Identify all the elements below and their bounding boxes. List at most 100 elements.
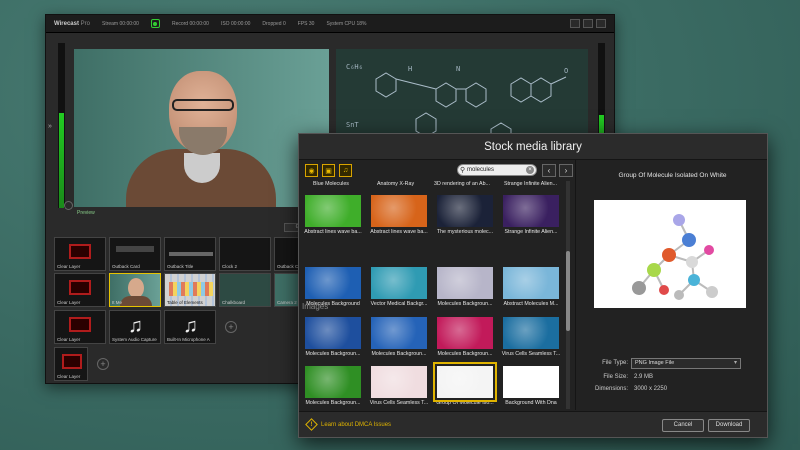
media-thumbnail: [305, 366, 361, 398]
shot-clear-layer[interactable]: Clear Layer: [54, 347, 88, 381]
media-item[interactable]: Vector Medical Backgr...: [368, 267, 430, 307]
layout-toggle-1[interactable]: [570, 19, 580, 28]
svg-text:H: H: [408, 65, 412, 73]
media-item[interactable]: Abstract lines wave ba...: [368, 195, 430, 235]
media-caption: Strange Infinite Alien...: [504, 181, 558, 187]
media-item[interactable]: Molecules Backgroun...: [434, 267, 496, 307]
media-item[interactable]: Molecules Backgroun...: [368, 317, 430, 357]
media-item[interactable]: Virus Cells Seamless T...: [500, 317, 562, 357]
shot-table-of-elements[interactable]: Table of Elements: [164, 273, 216, 307]
media-thumbnail: [503, 317, 559, 349]
media-item[interactable]: Virus Cells Seamless T...: [368, 366, 430, 406]
shot-it-me[interactable]: It Me: [109, 273, 161, 307]
shot-outback-card[interactable]: Outback Card: [109, 237, 161, 271]
scrollbar-thumb[interactable]: [566, 251, 570, 331]
shot-chalkboard[interactable]: Chalkboard: [219, 273, 271, 307]
clear-layer-icon: [69, 280, 91, 295]
prev-page-button[interactable]: ‹: [542, 164, 556, 177]
media-item[interactable]: Background With Dna: [500, 366, 562, 406]
layer-row-3: Clear Layer ♫ System Audio Capture ♫ Built…: [54, 310, 237, 344]
media-item[interactable]: Abstract Molecules M...: [500, 267, 562, 307]
dialog-footer: ! Learn about DMCA Issues Cancel Downloa…: [299, 411, 767, 437]
shot-outback-title[interactable]: Outback Title: [164, 237, 216, 271]
add-shot-button[interactable]: +: [97, 358, 109, 370]
detail-preview-image: [594, 200, 746, 308]
record-status: Record 00:00:00: [171, 20, 209, 27]
audio-filter-icon[interactable]: ♫: [339, 164, 352, 177]
detail-title: Group Of Molecule Isolated On White: [618, 172, 727, 179]
layout-toggle-3[interactable]: [596, 19, 606, 28]
media-thumbnail: [437, 267, 493, 299]
file-size-label: File Size:: [603, 374, 628, 380]
media-thumbnail: [503, 195, 559, 227]
detail-panel: Group Of Molecule Isolated On White File…: [575, 160, 769, 410]
media-toolbar: ◉ ▣ ♫ ⚲ molecules × ‹ ›: [305, 164, 573, 180]
cpu-status: System CPU 18%: [326, 20, 367, 27]
file-type-select[interactable]: PNG Image File ▾: [631, 358, 741, 369]
preview-monitor: [74, 49, 329, 207]
media-thumbnail: [437, 317, 493, 349]
media-item[interactable]: Molecules Background: [302, 267, 364, 307]
media-thumbnail: [305, 195, 361, 227]
chevron-down-icon: ▾: [733, 360, 737, 366]
svg-text:C₆H₆: C₆H₆: [346, 63, 363, 71]
layer-row-4: Clear Layer +: [54, 347, 109, 381]
dimensions-label: Dimensions:: [594, 386, 628, 392]
shot-built-in-microphone[interactable]: ♫ Built-In Microphone A: [164, 310, 216, 344]
media-item[interactable]: Abstract lines wave ba...: [302, 195, 364, 235]
dropped-status: Dropped 0: [262, 20, 286, 27]
video-filter-icon[interactable]: ◉: [305, 164, 318, 177]
media-thumbnail: [371, 366, 427, 398]
media-item[interactable]: Molecules Backgroun...: [434, 317, 496, 357]
add-shot-button[interactable]: +: [225, 321, 237, 333]
media-caption: Blue Molecules: [313, 181, 349, 187]
clear-layer-icon: [62, 354, 82, 369]
dmca-link[interactable]: ! Learn about DMCA Issues: [305, 418, 391, 431]
clear-layer-icon: [69, 244, 91, 259]
media-item[interactable]: Molecules Backgroun...: [302, 366, 364, 406]
record-button[interactable]: [150, 19, 160, 28]
clear-search-icon[interactable]: ×: [526, 166, 534, 174]
cancel-button[interactable]: Cancel: [662, 419, 704, 432]
media-thumbnail: [433, 362, 497, 402]
media-thumbnail: [305, 267, 361, 299]
preview-label: Preview: [77, 210, 95, 216]
image-filter-icon[interactable]: ▣: [322, 164, 335, 177]
file-type-label: File Type:: [602, 360, 628, 366]
presenter-glasses: [172, 99, 234, 111]
layer-row-2: Clear Layer It Me Table of Elements Chal…: [54, 273, 326, 307]
media-item[interactable]: Molecules Backgroun...: [302, 317, 364, 357]
media-thumbnail: [503, 366, 559, 398]
shot-clear-layer[interactable]: Clear Layer: [54, 273, 106, 307]
search-icon: ⚲: [460, 167, 466, 174]
top-status-bar: Wirecast Pro Stream 00:00:00 Record 00:0…: [46, 15, 614, 33]
warning-icon: !: [305, 418, 318, 431]
clear-layer-icon: [69, 317, 91, 332]
headphones-icon[interactable]: [64, 201, 73, 210]
media-thumbnail: [371, 195, 427, 227]
music-note-icon: ♫: [128, 315, 143, 337]
media-thumbnail: [305, 317, 361, 349]
shot-clear-layer[interactable]: Clear Layer: [54, 237, 106, 271]
preview-audio-meter: [58, 43, 65, 208]
media-item[interactable]: Strange Infinite Alien...: [500, 195, 562, 235]
shot-clock-2[interactable]: Clock 2: [219, 237, 271, 271]
shot-system-audio-capture[interactable]: ♫ System Audio Capture: [109, 310, 161, 344]
molecule-illustration: [632, 214, 718, 300]
search-input[interactable]: ⚲ molecules ×: [457, 164, 537, 176]
media-item[interactable]: The mysterious molec...: [434, 195, 496, 235]
media-thumbnail: [371, 267, 427, 299]
layout-toggle-2[interactable]: [583, 19, 593, 28]
next-page-button[interactable]: ›: [559, 164, 573, 177]
media-thumbnail: [371, 317, 427, 349]
stock-media-dialog: Stock media library ◉ ▣ ♫ ⚲ molecules × …: [298, 133, 768, 438]
media-item-selected[interactable]: Group Of Molecule Iso...: [433, 362, 497, 406]
stream-status: Stream 00:00:00: [101, 20, 139, 27]
shot-clear-layer[interactable]: Clear Layer: [54, 310, 106, 344]
media-caption: 3D rendering of an Ab...: [434, 181, 490, 187]
download-button[interactable]: Download: [708, 419, 750, 432]
app-brand: Wirecast Pro: [54, 20, 90, 27]
svg-text:SnT: SnT: [346, 121, 359, 129]
layer-row-1: Clear Layer Outback Card Outback Title C…: [54, 237, 326, 271]
expand-chevron-icon[interactable]: »: [48, 123, 52, 130]
